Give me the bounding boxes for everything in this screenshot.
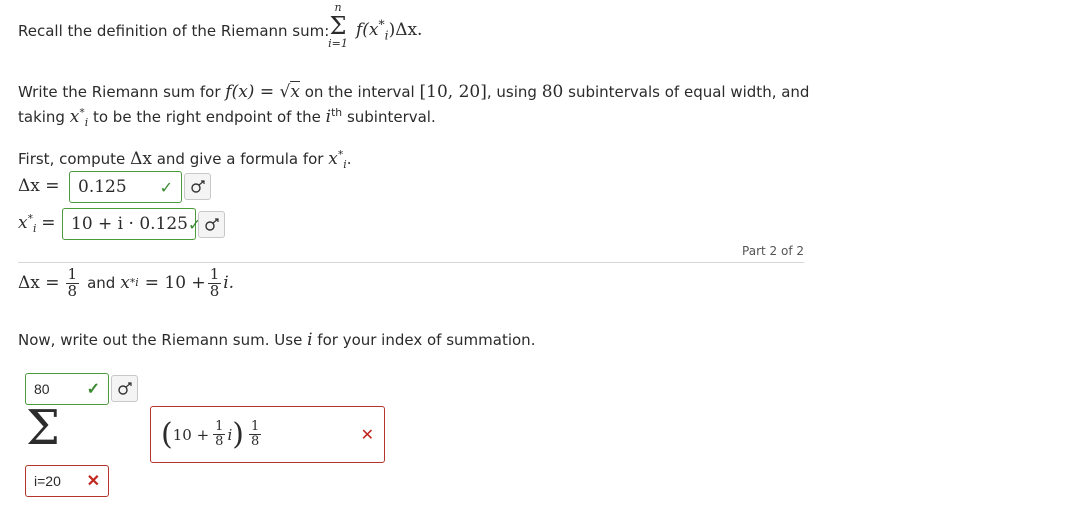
sum-term-field[interactable]: ( 10 + 1 8 i ) 1 8 ✕ (150, 406, 385, 463)
part-label: Part 2 of 2 (742, 244, 804, 258)
check-icon: ✓ (159, 177, 173, 197)
sigma-symbol: Σ (329, 12, 347, 40)
sum-lower-limit-value: i=20 (34, 473, 61, 489)
equation-editor-icon (117, 381, 132, 395)
xi-fraction: 1 8 (207, 265, 222, 300)
cross-icon: ✕ (86, 473, 100, 490)
problem-line-1: Write the Riemann sum for f(x) = √x on t… (18, 81, 810, 102)
equation-editor-button[interactable] (198, 211, 225, 238)
part2-instructions: Now, write out the Riemann sum. Use i fo… (18, 330, 536, 350)
intro-line: Recall the definition of the Riemann sum… (18, 22, 329, 40)
interval: [10, 20] (419, 82, 487, 102)
dx-term-fraction: 1 8 (248, 419, 262, 449)
intro-text: Recall the definition of the Riemann sum… (18, 22, 330, 40)
sum-upper-limit-value: 80 (34, 381, 50, 397)
dx-answer-field[interactable]: 0.125 ✓ (69, 171, 182, 203)
dx-answer-value: 0.125 (78, 177, 127, 197)
intro-sigma: n Σ i=1 (324, 2, 352, 50)
dx-fraction: 1 8 (65, 265, 80, 300)
part1-instructions: First, compute Δx and give a formula for… (18, 148, 352, 171)
sigma-symbol: Σ (26, 400, 60, 456)
xi-answer-field[interactable]: 10 + i · 0.125 ✓ (62, 208, 201, 240)
function-def: f(x) = (225, 82, 280, 102)
equation-editor-icon (204, 217, 219, 231)
part-divider (18, 262, 804, 263)
dx-label: Δx = (18, 176, 60, 196)
right-paren: ) (232, 416, 244, 452)
sum-lower-limit-field[interactable]: i=20 ✕ (25, 465, 109, 497)
intro-term: f(x*i)Δx. (356, 17, 423, 43)
check-icon: ✓ (86, 381, 100, 398)
problem-line-2: taking x*i to be the right endpoint of t… (18, 106, 436, 129)
sqrt-sign: √ (279, 82, 291, 102)
equation-editor-button[interactable] (184, 173, 211, 200)
cross-icon: ✕ (360, 425, 374, 444)
xi-label: x*i = (18, 212, 56, 235)
equation-editor-button[interactable] (111, 375, 138, 402)
sum-term-expression: ( 10 + 1 8 i ) 1 8 (161, 416, 262, 452)
subinterval-count: 80 (541, 82, 564, 102)
xi-answer-value: 10 + i · 0.125 (71, 214, 188, 234)
term-fraction: 1 8 (213, 419, 226, 449)
part1-summary: Δx = 1 8 and x * i = 10 + 1 8 i. (18, 265, 235, 300)
intro-sigma-lower: i=1 (328, 37, 348, 50)
equation-editor-icon (190, 179, 205, 193)
left-paren: ( (161, 416, 173, 452)
